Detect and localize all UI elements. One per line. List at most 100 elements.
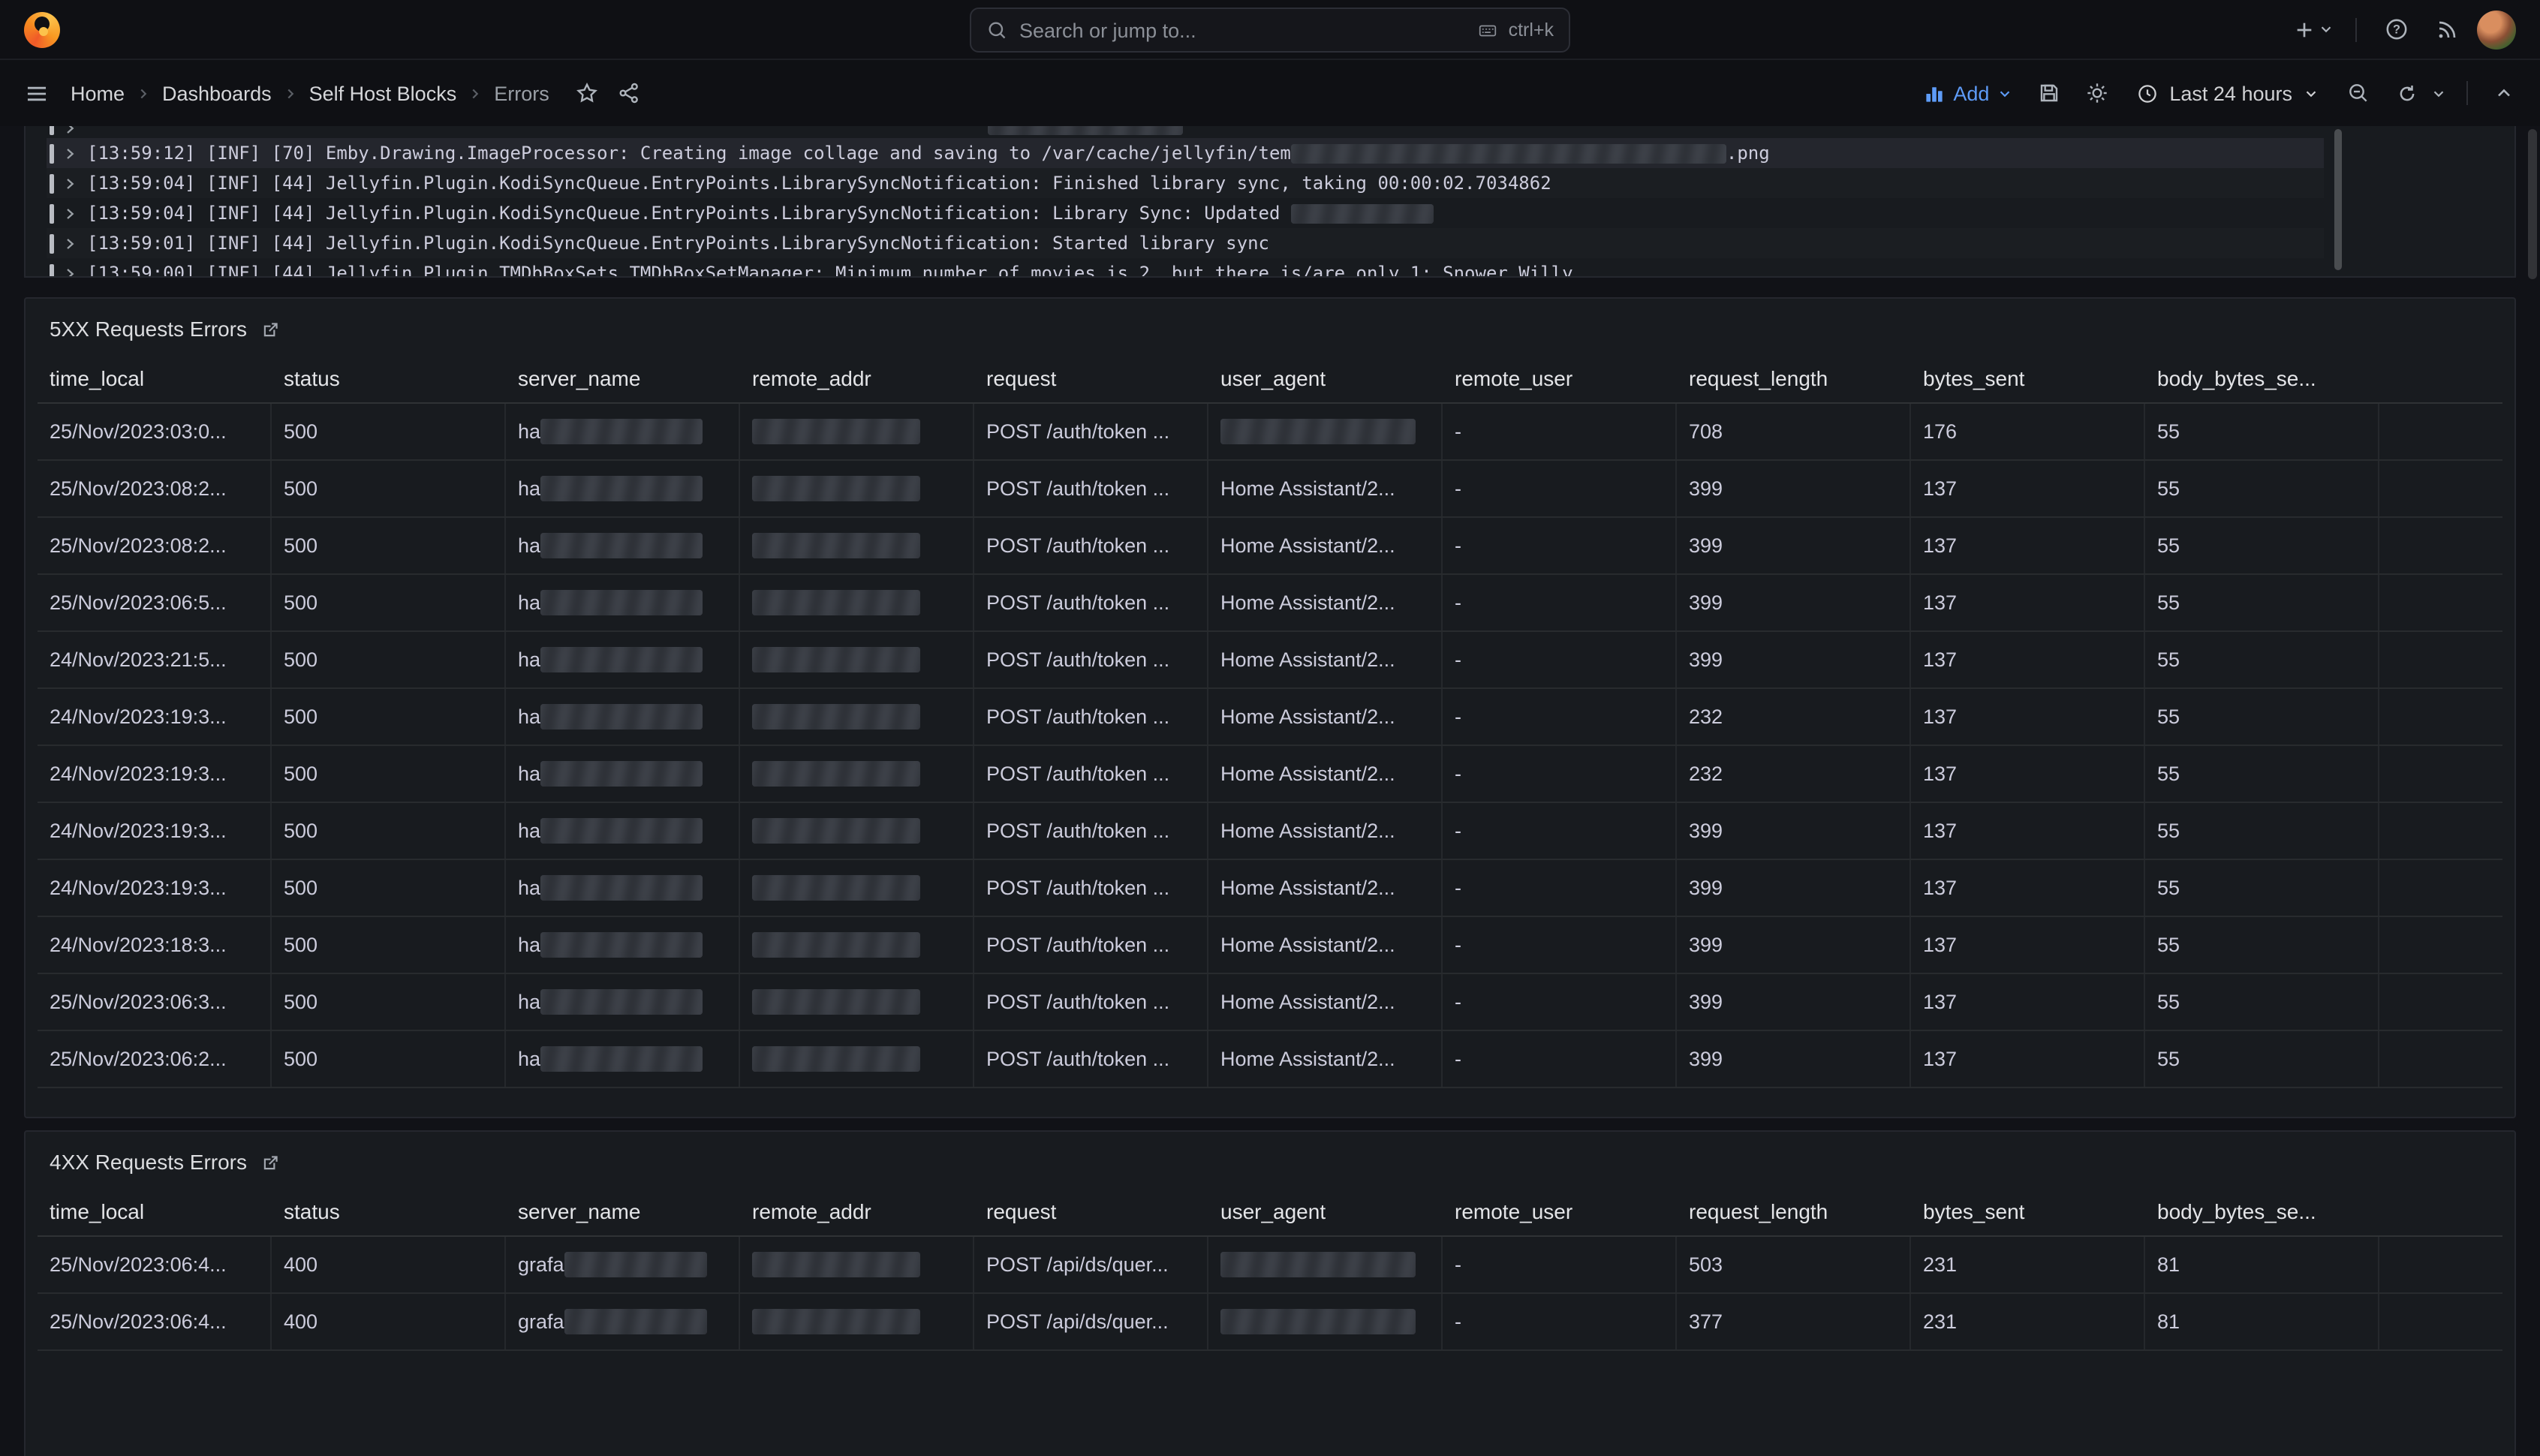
table-row: 24/Nov/2023:18:3...500haPOST /auth/token… — [38, 917, 2502, 974]
log-message: [13:59:04] [INF] [44] Jellyfin.Plugin.Ko… — [87, 173, 1551, 194]
external-link-icon[interactable] — [260, 1152, 280, 1172]
column-header[interactable]: request — [974, 1199, 1208, 1223]
column-header[interactable]: server_name — [506, 1199, 740, 1223]
log-level-indicator — [50, 126, 54, 135]
log-row[interactable]: [13:59:00] [INF] [44] Jellyfin.Plugin.TM… — [47, 258, 2324, 278]
log-scrollbar-thumb[interactable] — [2334, 129, 2342, 270]
table-row: 25/Nov/2023:08:2...500haPOST /auth/token… — [38, 461, 2502, 518]
collapse-toolbar-button[interactable] — [2483, 72, 2525, 114]
table-cell: 25/Nov/2023:06:4... — [38, 1237, 272, 1292]
redacted-text — [752, 647, 920, 672]
table-cell: 400 — [272, 1237, 506, 1292]
errors-table-4xx: time_localstatusserver_nameremote_addrre… — [38, 1186, 2502, 1351]
table-cell: 176 — [1911, 404, 2145, 459]
search-input[interactable] — [1019, 19, 1464, 41]
column-header[interactable]: server_name — [506, 366, 740, 390]
dashboard-settings-button[interactable] — [2076, 72, 2118, 114]
log-row[interactable]: [13:59:01] [INF] [44] Jellyfin.Plugin.Ko… — [47, 228, 2324, 258]
table-cell — [1208, 404, 1443, 459]
column-header[interactable]: remote_addr — [740, 1199, 974, 1223]
redacted-text — [752, 1309, 920, 1334]
table-cell: 137 — [1911, 575, 2145, 630]
breadcrumb-errors: Errors — [486, 82, 557, 104]
column-header[interactable]: request_length — [1677, 366, 1911, 390]
cell-text: ha — [518, 534, 540, 557]
column-header[interactable]: remote_addr — [740, 366, 974, 390]
column-header[interactable]: request — [974, 366, 1208, 390]
menu-button[interactable] — [15, 72, 57, 114]
cell-text: grafa — [518, 1310, 564, 1333]
news-button[interactable] — [2426, 8, 2468, 50]
log-scrollbar — [2334, 129, 2342, 273]
table-cell: ha — [506, 803, 740, 859]
search-box[interactable]: ctrl+k — [970, 8, 1570, 53]
table-cell: 25/Nov/2023:08:2... — [38, 461, 272, 516]
table-cell: POST /auth/token ... — [974, 404, 1208, 459]
table-cell: - — [1443, 746, 1677, 802]
external-link-icon[interactable] — [260, 319, 280, 338]
user-avatar[interactable] — [2477, 10, 2516, 49]
refresh-interval-dropdown[interactable] — [2424, 72, 2451, 114]
table-cell: 232 — [1677, 746, 1911, 802]
column-header[interactable]: status — [272, 1199, 506, 1223]
redacted-text — [1291, 203, 1434, 223]
add-label: Add — [1953, 82, 1989, 104]
redacted-text — [752, 704, 920, 730]
refresh-button[interactable] — [2385, 72, 2427, 114]
column-header[interactable]: remote_user — [1443, 1199, 1677, 1223]
column-header[interactable]: request_length — [1677, 1199, 1911, 1223]
redacted-text — [540, 989, 703, 1015]
divider — [2355, 17, 2357, 41]
log-row[interactable]: [13:59:12] [INF] [70] Emby.Drawing.Image… — [47, 138, 2324, 168]
table-cell: Home Assistant/2... — [1208, 575, 1443, 630]
new-button[interactable] — [2289, 8, 2337, 50]
add-panel-button[interactable]: Add — [1914, 72, 2022, 114]
breadcrumb-self-host-blocks[interactable]: Self Host Blocks — [302, 82, 465, 104]
share-button[interactable] — [608, 72, 650, 114]
redacted-text — [540, 704, 703, 730]
column-header[interactable]: time_local — [38, 366, 272, 390]
log-row[interactable] — [47, 126, 2324, 138]
chevron-up-icon — [2493, 83, 2514, 104]
table-cell: Home Assistant/2... — [1208, 803, 1443, 859]
page-scrollbar-thumb[interactable] — [2528, 129, 2537, 279]
column-header[interactable]: body_bytes_se... — [2145, 366, 2379, 390]
column-header[interactable]: user_agent — [1208, 366, 1443, 390]
table-cell: 55 — [2145, 689, 2379, 745]
expand-chevron-icon[interactable] — [63, 126, 77, 135]
help-button[interactable]: ? — [2375, 8, 2417, 50]
table-row: 24/Nov/2023:21:5...500haPOST /auth/token… — [38, 632, 2502, 689]
time-range-picker[interactable]: Last 24 hours — [2124, 72, 2331, 114]
expand-chevron-icon[interactable] — [63, 206, 77, 220]
log-row[interactable]: [13:59:04] [INF] [44] Jellyfin.Plugin.Ko… — [47, 198, 2324, 228]
cell-text: ha — [518, 934, 540, 956]
column-header[interactable]: bytes_sent — [1911, 366, 2145, 390]
grafana-logo[interactable] — [24, 11, 60, 47]
column-header[interactable]: time_local — [38, 1199, 272, 1223]
breadcrumb-home[interactable]: Home — [63, 82, 132, 104]
log-row[interactable]: [13:59:04] [INF] [44] Jellyfin.Plugin.Ko… — [47, 168, 2324, 198]
table-row: 24/Nov/2023:19:3...500haPOST /auth/token… — [38, 860, 2502, 917]
column-header[interactable]: remote_user — [1443, 366, 1677, 390]
column-header[interactable]: bytes_sent — [1911, 1199, 2145, 1223]
table-cell: 399 — [1677, 917, 1911, 973]
chevron-right-icon — [282, 85, 299, 101]
breadcrumb-dashboards[interactable]: Dashboards — [155, 82, 279, 104]
zoom-out-time-button[interactable] — [2337, 72, 2379, 114]
panel-header[interactable]: 5XX Requests Errors — [26, 299, 2514, 353]
favorite-button[interactable] — [566, 72, 608, 114]
expand-chevron-icon[interactable] — [63, 176, 77, 190]
redacted-text — [540, 533, 703, 558]
expand-chevron-icon[interactable] — [63, 146, 77, 160]
save-dashboard-button[interactable] — [2028, 72, 2070, 114]
panel-header[interactable]: 4XX Requests Errors — [26, 1132, 2514, 1186]
table-cell: 81 — [2145, 1237, 2379, 1292]
table-cell: 25/Nov/2023:06:4... — [38, 1294, 272, 1349]
column-header[interactable]: status — [272, 366, 506, 390]
expand-chevron-icon[interactable] — [63, 236, 77, 250]
table-cell: 500 — [272, 575, 506, 630]
keyboard-icon — [1476, 20, 1500, 40]
column-header[interactable]: body_bytes_se... — [2145, 1199, 2379, 1223]
expand-chevron-icon[interactable] — [63, 266, 77, 278]
column-header[interactable]: user_agent — [1208, 1199, 1443, 1223]
